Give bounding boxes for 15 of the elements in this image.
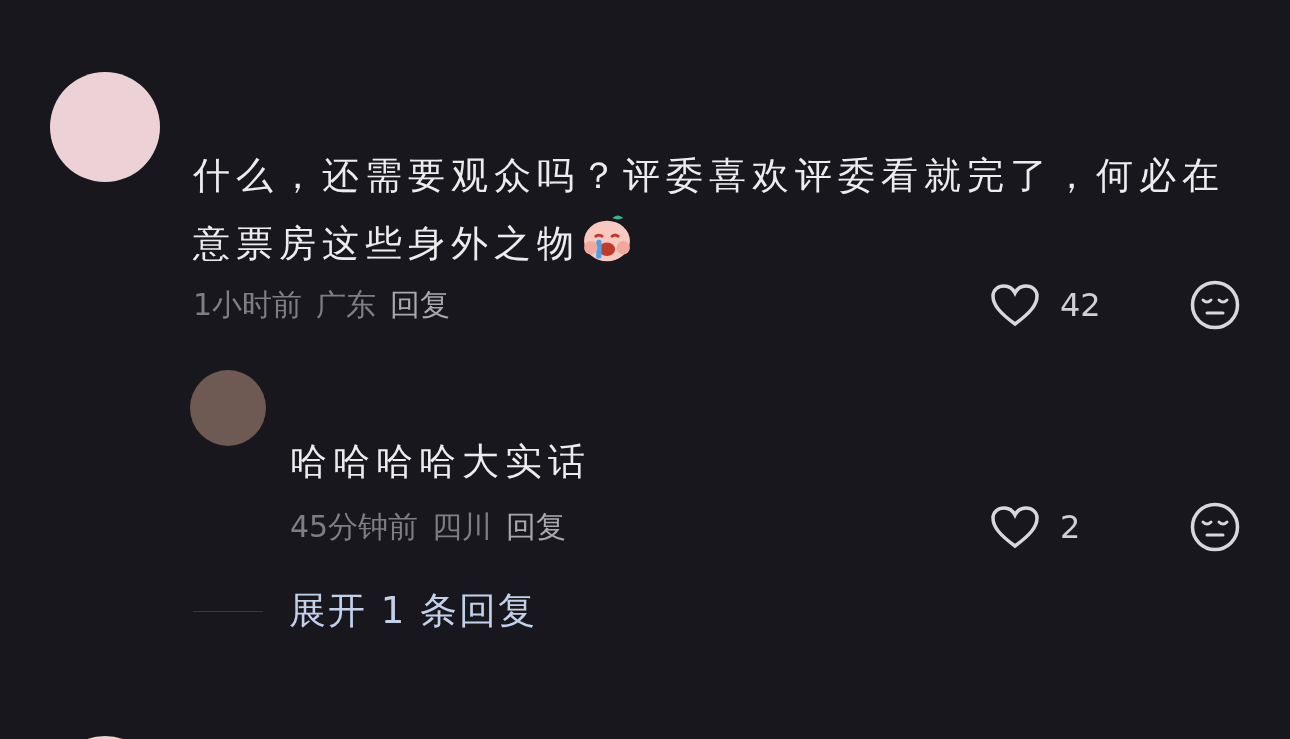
reply-location: 四川 [432,507,493,546]
unamused-face-icon[interactable] [1190,280,1240,330]
reply-time: 45分钟前 [290,507,419,546]
like-count: 2 [1060,508,1082,546]
reply-link[interactable]: 回复 [506,506,567,548]
unamused-face-icon[interactable] [1190,502,1240,552]
heart-icon[interactable] [990,283,1040,327]
like-count: 42 [1060,286,1102,324]
reply-link[interactable]: 回复 [390,284,451,326]
comment-text: 什么，还需要观众吗？评委喜欢评委看就完了，何必在意票房这些身外之物 [193,154,1225,265]
comment-location: 广东 [316,285,377,324]
heart-icon[interactable] [990,505,1040,549]
comment-time: 1小时前 [193,285,303,324]
expand-replies-link[interactable]: 展开 1 条回复 [289,586,538,636]
reply-text: 哈哈哈哈大实话 [290,440,591,483]
